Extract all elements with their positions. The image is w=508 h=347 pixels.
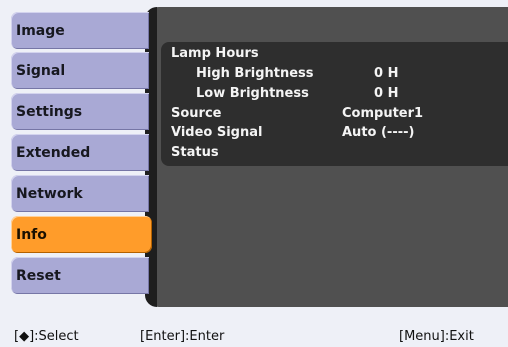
high-brightness-value: 0 H [374, 66, 399, 81]
menu-item-label: Extended [16, 144, 91, 161]
menu-item-info[interactable]: Info [11, 216, 152, 253]
menu-item-signal[interactable]: Signal [11, 52, 149, 89]
enter-hint: [Enter]:Enter [140, 329, 225, 344]
menu-item-reset[interactable]: Reset [11, 257, 149, 294]
menu-item-extended[interactable]: Extended [11, 134, 149, 171]
projector-menu-screen: Image Signal Settings Extended Network I… [0, 0, 508, 347]
menu-item-label: Signal [16, 62, 66, 79]
source-value: Computer1 [342, 106, 424, 121]
menu-item-label: Settings [16, 103, 83, 120]
menu-item-label: Info [16, 226, 47, 243]
source-label: Source [171, 106, 222, 121]
status-label[interactable]: Status [171, 145, 219, 161]
low-brightness-value: 0 H [374, 86, 399, 101]
lamp-hours-label: Lamp Hours [171, 46, 259, 61]
menu-item-label: Reset [16, 267, 61, 284]
low-brightness-label: Low Brightness [196, 86, 309, 101]
menu-item-settings[interactable]: Settings [11, 93, 149, 130]
video-signal-label: Video Signal [171, 125, 263, 140]
menu-item-image[interactable]: Image [11, 12, 149, 49]
menu-item-network[interactable]: Network [11, 175, 149, 212]
select-hint: [◆]:Select [14, 329, 79, 344]
video-signal-value: Auto (----) [342, 125, 415, 140]
exit-hint: [Menu]:Exit [399, 329, 474, 344]
menu-item-label: Network [16, 185, 83, 202]
high-brightness-label: High Brightness [196, 66, 314, 81]
menu-item-label: Image [16, 22, 65, 39]
key-hint-bar: [◆]:Select [Enter]:Enter [Menu]:Exit [0, 326, 508, 347]
